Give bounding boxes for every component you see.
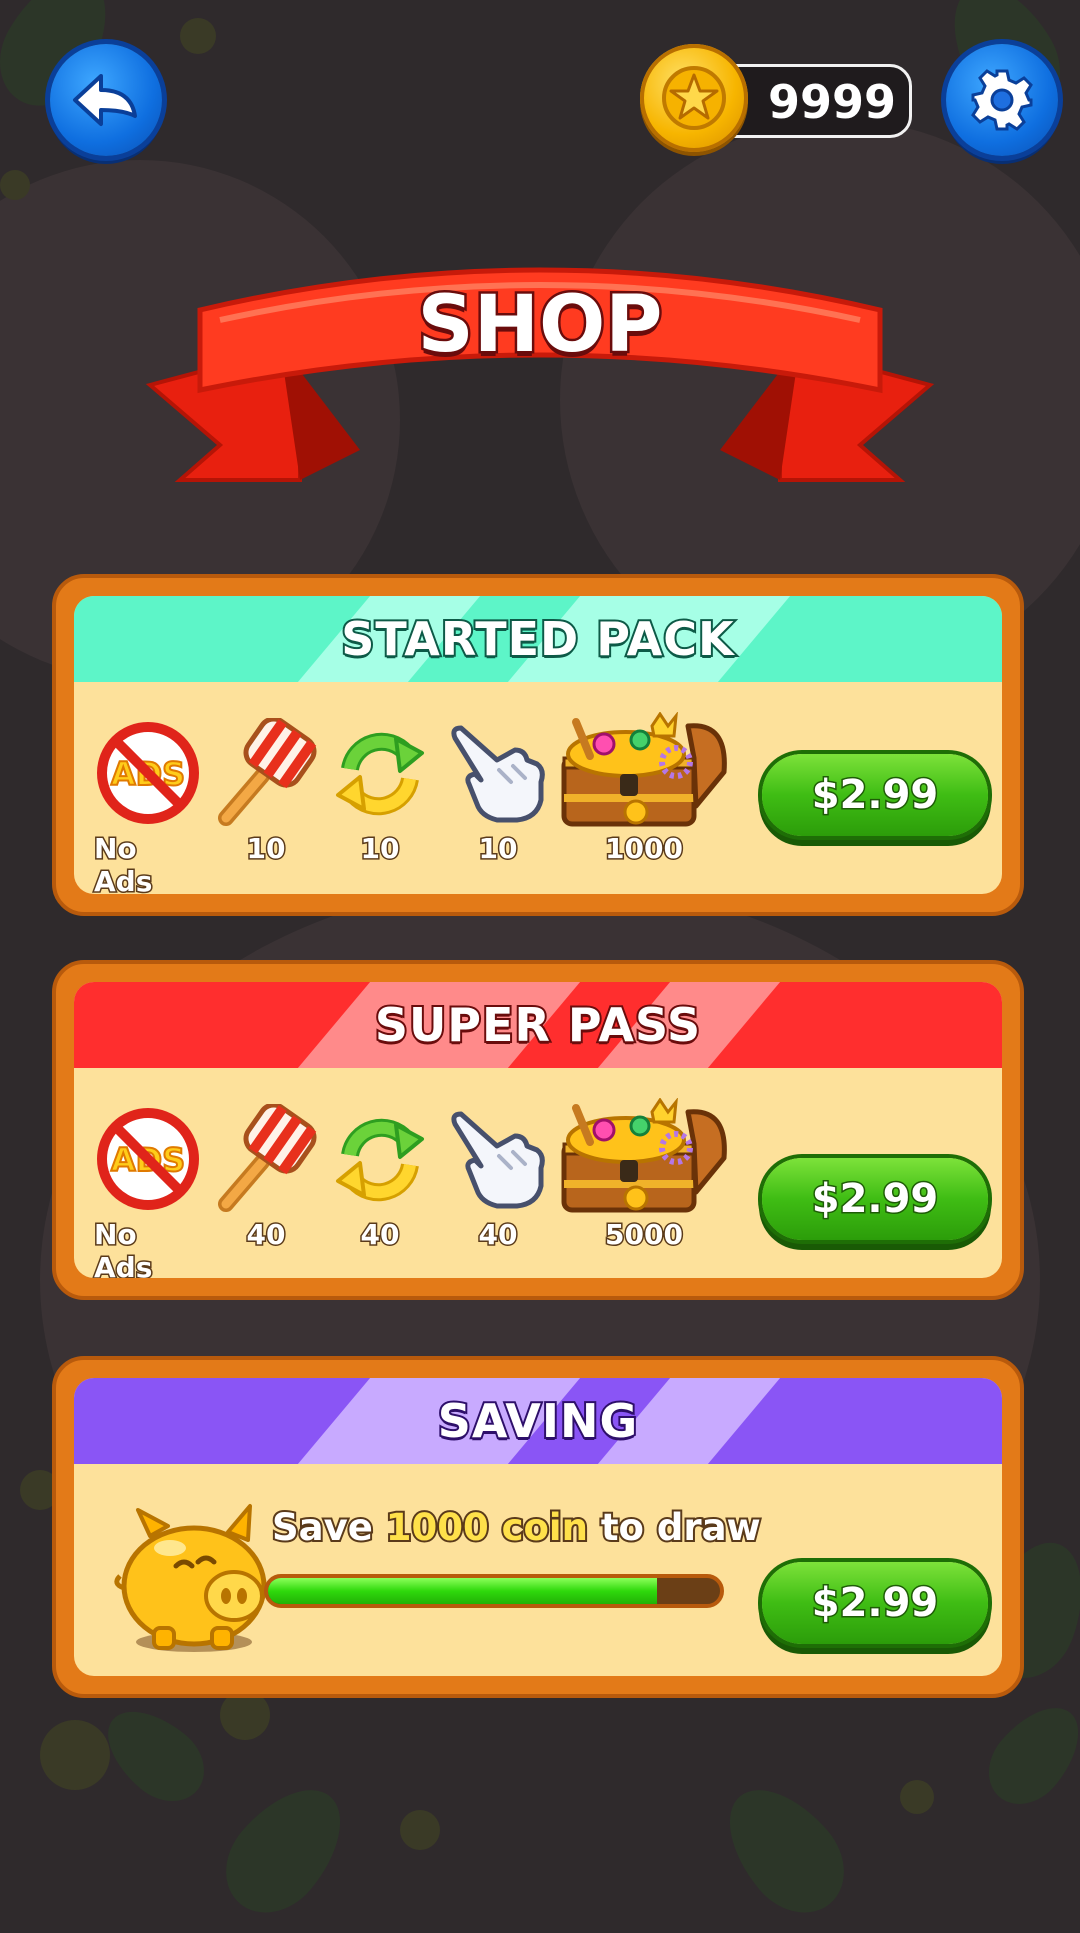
- reward-refresh: 10: [330, 718, 430, 867]
- reward-no-ads: ADS No Ads: [93, 1104, 202, 1279]
- saving-text-prefix: Save: [270, 1504, 386, 1551]
- reward-glove: 10: [442, 718, 554, 867]
- back-button[interactable]: [50, 44, 162, 156]
- gear-icon: [971, 69, 1033, 131]
- piggy-bank-icon: [114, 1504, 267, 1652]
- super-pass-card: SUPER PASS ADS No Ads: [52, 960, 1024, 1300]
- saving-progress-bar: [264, 1574, 724, 1608]
- reward-label: 1000: [604, 831, 685, 867]
- refresh-arrows-icon: [336, 1118, 424, 1202]
- saving-description: Save 1000 coin to draw: [270, 1504, 763, 1551]
- hammer-icon: [218, 718, 317, 826]
- started-pack-card: STARTED PACK ADS No Ads: [52, 574, 1024, 916]
- buy-started-pack-button[interactable]: $2.99: [762, 754, 988, 836]
- reward-label: 5000: [604, 1217, 685, 1253]
- treasure-chest-icon: [561, 712, 727, 827]
- reward-label: No Ads: [93, 831, 154, 895]
- reward-coins: 5000: [554, 1098, 734, 1253]
- card-title: SUPER PASS: [373, 996, 702, 1054]
- pointing-glove-icon: [451, 725, 545, 823]
- reward-label: 40: [245, 1217, 287, 1253]
- card-title: STARTED PACK: [339, 610, 735, 668]
- card-header: STARTED PACK: [74, 596, 1002, 682]
- reward-hammer: 40: [216, 1104, 317, 1253]
- card-header: SAVING: [74, 1378, 1002, 1464]
- buy-super-pass-button[interactable]: $2.99: [762, 1158, 988, 1240]
- saving-text-suffix: to draw: [587, 1504, 763, 1551]
- refresh-arrows-icon: [336, 732, 424, 816]
- reward-glove: 40: [442, 1104, 554, 1253]
- reward-no-ads: ADS No Ads: [93, 718, 202, 895]
- saving-goal: 1000 coin: [384, 1504, 590, 1551]
- reward-label: 40: [359, 1217, 401, 1253]
- reward-hammer: 10: [216, 718, 317, 867]
- star-coin-icon: [640, 44, 748, 152]
- settings-button[interactable]: [946, 44, 1058, 156]
- saving-progress-fill: [268, 1578, 657, 1604]
- saving-card: SAVING Save 1000 coin to draw $2.99: [52, 1356, 1024, 1698]
- pointing-glove-icon: [451, 1111, 545, 1209]
- back-arrow-icon: [73, 74, 137, 126]
- coin-amount: 9999: [767, 75, 897, 129]
- no-ads-icon: ADS: [97, 722, 199, 824]
- card-header: SUPER PASS: [74, 982, 1002, 1068]
- reward-label: 10: [245, 831, 287, 867]
- reward-label: No Ads: [93, 1217, 154, 1279]
- reward-coins: 1000: [554, 712, 734, 867]
- card-title: SAVING: [436, 1392, 640, 1450]
- page-title: SHOP: [415, 278, 665, 373]
- reward-label: 10: [359, 831, 401, 867]
- reward-refresh: 40: [330, 1104, 430, 1253]
- treasure-chest-icon: [561, 1098, 727, 1213]
- hammer-icon: [218, 1104, 317, 1212]
- reward-label: 40: [477, 1217, 519, 1253]
- reward-label: 10: [477, 831, 519, 867]
- buy-saving-button[interactable]: $2.99: [762, 1562, 988, 1644]
- no-ads-icon: ADS: [97, 1108, 199, 1210]
